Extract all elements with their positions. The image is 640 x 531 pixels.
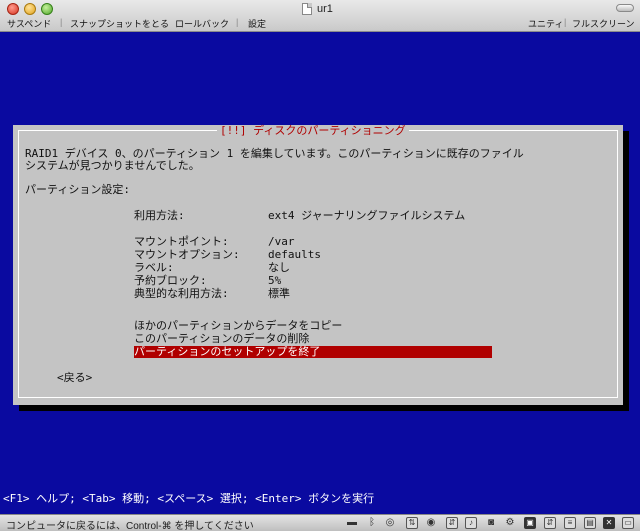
window-title-text: ur1 [317, 3, 333, 15]
toolbar-toggle-button[interactable] [616, 4, 634, 12]
section-label: パーティション設定: [25, 183, 130, 196]
zoom-window-button[interactable] [41, 3, 53, 15]
setting-label-mountoptions[interactable]: マウントオプション: [134, 249, 240, 261]
usb-port-icon[interactable]: ⇵ [544, 517, 556, 529]
status-text: コンピュータに戻るには、Control-⌘ を押してください [6, 521, 254, 531]
delete-data-action[interactable]: このパーティションのデータの削除 [134, 333, 309, 345]
bluetooth-icon[interactable]: ᛒ [366, 517, 378, 529]
partition-dialog: [!!] ディスクのパーティショニング RAID1 デバイス 0、のパーティショ… [13, 125, 623, 405]
setting-value-label[interactable]: なし [268, 262, 290, 274]
setting-value-usage[interactable]: ext4 ジャーナリングファイルシステム [268, 210, 465, 222]
gear-icon[interactable]: ⚙ [504, 517, 516, 529]
toolbar-separator: | [236, 17, 239, 27]
setting-label-label[interactable]: ラベル: [134, 262, 174, 274]
dialog-title: [!!] ディスクのパーティショニング [217, 125, 409, 137]
setting-label-reserved[interactable]: 予約ブロック: [134, 275, 207, 287]
vm-console[interactable]: [!!] ディスクのパーティショニング RAID1 デバイス 0、のパーティショ… [0, 33, 640, 514]
vm-toolbar: サスペンド | スナップショットをとる ロールバック | 設定 ユニティ | フ… [0, 17, 640, 31]
dialog-message-line-2: システムが見つかりませんでした。 [25, 159, 200, 172]
close-icon[interactable]: ✕ [603, 517, 615, 529]
suspend-button[interactable]: サスペンド [7, 17, 51, 30]
shared-folder-icon[interactable]: ▭ [622, 517, 634, 529]
hard-disk-icon[interactable]: ▬ [346, 517, 358, 529]
toolbar-separator: | [564, 17, 567, 27]
cd-drive-icon[interactable]: ◎ [384, 517, 396, 529]
rollback-button[interactable]: ロールバック [175, 17, 229, 30]
setting-value-mountoptions[interactable]: defaults [268, 249, 321, 261]
document-icon [302, 3, 312, 15]
window-titlebar: ur1 サスペンド | スナップショットをとる ロールバック | 設定 ユニティ… [0, 0, 640, 32]
floppy-icon[interactable]: ▤ [584, 517, 596, 529]
minimize-window-button[interactable] [24, 3, 36, 15]
copy-data-action[interactable]: ほかのパーティションからデータをコピー [134, 320, 342, 332]
close-window-button[interactable] [7, 3, 19, 15]
vm-statusbar: コンピュータに戻るには、Control-⌘ を押してください ▬ ᛒ ◎ ⇅ ◉… [0, 514, 640, 531]
serial-port-icon[interactable]: ≡ [564, 517, 576, 529]
setting-value-reserved[interactable]: 5% [268, 275, 281, 287]
setting-value-mountpoint[interactable]: /var [268, 236, 295, 248]
setting-value-typical-usage[interactable]: 標準 [268, 288, 290, 300]
unity-button[interactable]: ユニティ [528, 17, 563, 30]
setting-label-mountpoint[interactable]: マウントポイント: [134, 236, 229, 248]
printer-icon[interactable]: ◉ [425, 517, 437, 529]
back-button[interactable]: <戻る> [57, 372, 92, 384]
network-adapter-icon[interactable]: ⇅ [406, 517, 418, 529]
snapshot-button[interactable]: スナップショットをとる [70, 17, 169, 30]
display-icon[interactable]: ▣ [524, 517, 536, 529]
setting-label-typical-usage[interactable]: 典型的な利用方法: [134, 288, 229, 300]
dialog-border: [!!] ディスクのパーティショニング RAID1 デバイス 0、のパーティショ… [18, 125, 618, 398]
usb-device-icon[interactable]: ⇵ [446, 517, 458, 529]
finish-setup-action[interactable]: パーティションのセットアップを終了 [134, 346, 492, 358]
finish-setup-label: パーティションのセットアップを終了 [134, 345, 321, 358]
camera-icon[interactable]: ◙ [485, 517, 497, 529]
sound-card-icon[interactable]: ♪ [465, 517, 477, 529]
settings-button[interactable]: 設定 [248, 17, 266, 30]
toolbar-separator: | [60, 17, 63, 27]
setting-label-usage[interactable]: 利用方法: [134, 210, 185, 222]
help-bar: <F1> ヘルプ; <Tab> 移動; <スペース> 選択; <Enter> ボ… [3, 492, 375, 505]
fullscreen-button[interactable]: フルスクリーン [572, 17, 635, 30]
window-title: ur1 [302, 3, 333, 15]
